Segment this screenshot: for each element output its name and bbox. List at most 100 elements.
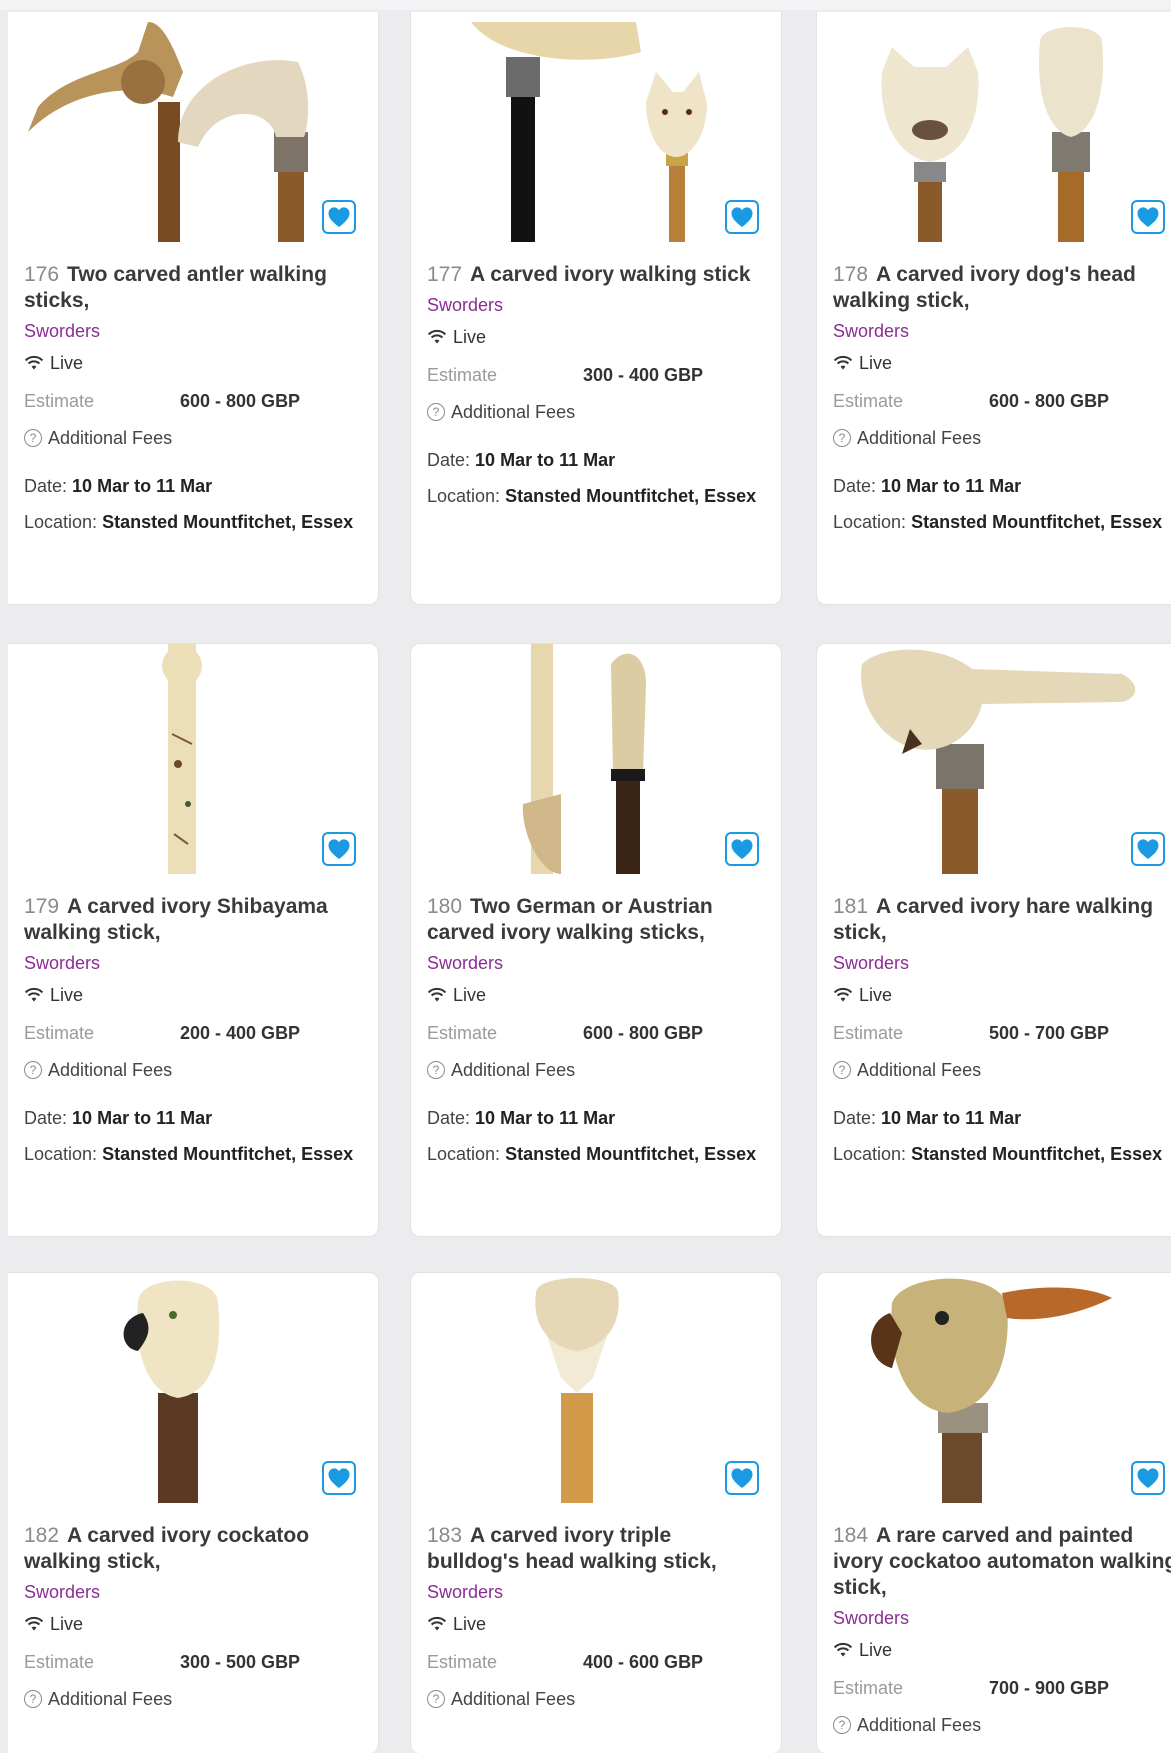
lot-image[interactable] — [817, 12, 1171, 242]
live-status: Live — [24, 984, 364, 1006]
lot-location: Location: Stansted Mountfitchet, Essex — [833, 1138, 1171, 1171]
live-label: Live — [859, 1640, 893, 1660]
lot-image[interactable] — [817, 644, 1171, 874]
live-wifi-icon — [24, 1616, 44, 1631]
date-prefix: Date: — [427, 1108, 471, 1128]
lot-title-text[interactable]: A carved ivory Shibayama walking stick, — [24, 895, 328, 944]
lot-title[interactable]: 177 A carved ivory walking stick — [427, 262, 767, 288]
auction-house-link[interactable]: Sworders — [427, 294, 767, 316]
auction-house-link[interactable]: Sworders — [427, 952, 767, 974]
favorite-heart-icon[interactable] — [1131, 832, 1165, 866]
lot-number: 181 — [833, 895, 869, 918]
additional-fees-link[interactable]: ? Additional Fees — [427, 401, 767, 423]
lot-image[interactable] — [817, 1273, 1171, 1503]
favorite-heart-icon[interactable] — [725, 1461, 759, 1495]
favorite-heart-icon[interactable] — [1131, 200, 1165, 234]
additional-fees-label[interactable]: Additional Fees — [857, 1059, 981, 1081]
additional-fees-label[interactable]: Additional Fees — [451, 1688, 575, 1710]
lot-title-text[interactable]: A carved ivory dog's head walking stick, — [833, 263, 1136, 312]
estimate-row: Estimate 400 - 600 GBP — [427, 1651, 767, 1673]
auction-house-link[interactable]: Sworders — [427, 1581, 767, 1603]
lot-title[interactable]: 183 A carved ivory triple bulldog's head … — [427, 1523, 767, 1575]
additional-fees-label[interactable]: Additional Fees — [857, 1714, 981, 1736]
location-prefix: Location: — [833, 1144, 907, 1164]
auction-house-link[interactable]: Sworders — [24, 952, 364, 974]
estimate-row: Estimate 700 - 900 GBP — [833, 1677, 1171, 1699]
estimate-value: 500 - 700 GBP — [989, 1023, 1110, 1043]
live-wifi-icon — [24, 355, 44, 370]
additional-fees-link[interactable]: ? Additional Fees — [24, 1059, 364, 1081]
additional-fees-link[interactable]: ? Additional Fees — [833, 1059, 1171, 1081]
lot-title[interactable]: 182 A carved ivory cockatoo walking stick… — [24, 1523, 364, 1575]
auction-house-link[interactable]: Sworders — [833, 952, 1171, 974]
additional-fees-link[interactable]: ? Additional Fees — [427, 1688, 767, 1710]
lot-title[interactable]: 176 Two carved antler walking sticks, — [24, 262, 364, 314]
lot-card[interactable]: 183 A carved ivory triple bulldog's head … — [410, 1272, 782, 1753]
date-value: 10 Mar to 11 Mar — [72, 476, 213, 496]
location-prefix: Location: — [24, 1144, 98, 1164]
lot-title-text[interactable]: Two German or Austrian carved ivory walk… — [427, 895, 713, 944]
lot-card[interactable]: 179 A carved ivory Shibayama walking stic… — [8, 643, 379, 1237]
live-wifi-icon — [833, 355, 853, 370]
additional-fees-label[interactable]: Additional Fees — [48, 1059, 172, 1081]
favorite-heart-icon[interactable] — [1131, 1461, 1165, 1495]
date-value: 10 Mar to 11 Mar — [881, 476, 1022, 496]
lot-title-text[interactable]: Two carved antler walking sticks, — [24, 263, 327, 312]
lot-title[interactable]: 184 A rare carved and painted ivory cocka… — [833, 1523, 1171, 1601]
lot-title[interactable]: 179 A carved ivory Shibayama walking stic… — [24, 894, 364, 946]
lot-card[interactable]: 178 A carved ivory dog's head walking sti… — [816, 12, 1171, 605]
additional-fees-link[interactable]: ? Additional Fees — [24, 1688, 364, 1710]
lot-title[interactable]: 178 A carved ivory dog's head walking sti… — [833, 262, 1171, 314]
live-wifi-icon — [427, 987, 447, 1002]
estimate-label: Estimate — [833, 391, 904, 411]
auction-house-link[interactable]: Sworders — [24, 1581, 364, 1603]
favorite-heart-icon[interactable] — [322, 832, 356, 866]
estimate-row: Estimate 200 - 400 GBP — [24, 1022, 364, 1044]
lot-card[interactable]: 180 Two German or Austrian carved ivory w… — [410, 643, 782, 1237]
auction-house-link[interactable]: Sworders — [833, 1607, 1171, 1629]
date-prefix: Date: — [833, 476, 877, 496]
estimate-label: Estimate — [427, 365, 498, 385]
additional-fees-link[interactable]: ? Additional Fees — [24, 427, 364, 449]
live-status: Live — [833, 352, 1171, 374]
auction-house-link[interactable]: Sworders — [24, 320, 364, 342]
live-label: Live — [50, 985, 84, 1005]
live-status: Live — [24, 1613, 364, 1635]
estimate-row: Estimate 500 - 700 GBP — [833, 1022, 1171, 1044]
lot-title-text[interactable]: A carved ivory walking stick — [470, 263, 751, 286]
lot-title[interactable]: 181 A carved ivory hare walking stick, — [833, 894, 1171, 946]
favorite-heart-icon[interactable] — [725, 200, 759, 234]
additional-fees-link[interactable]: ? Additional Fees — [833, 1714, 1171, 1736]
additional-fees-link[interactable]: ? Additional Fees — [427, 1059, 767, 1081]
live-label: Live — [453, 327, 487, 347]
lot-card[interactable]: 176 Two carved antler walking sticks, Swor… — [8, 12, 379, 605]
lot-card[interactable]: 184 A rare carved and painted ivory cocka… — [816, 1272, 1171, 1753]
live-label: Live — [859, 353, 893, 373]
lot-card[interactable]: 177 A carved ivory walking stick Sworders L… — [410, 12, 782, 605]
favorite-heart-icon[interactable] — [322, 1461, 356, 1495]
question-mark-icon: ? — [427, 1061, 445, 1079]
lot-date: Date: 10 Mar to 11 Mar — [427, 1107, 767, 1129]
lot-title-text[interactable]: A rare carved and painted ivory cockatoo… — [833, 1524, 1171, 1599]
location-prefix: Location: — [24, 512, 98, 532]
lot-title-text[interactable]: A carved ivory cockatoo walking stick, — [24, 1524, 309, 1573]
lot-card[interactable]: 182 A carved ivory cockatoo walking stick… — [8, 1272, 379, 1753]
estimate-label: Estimate — [833, 1023, 904, 1043]
date-prefix: Date: — [427, 450, 471, 470]
additional-fees-link[interactable]: ? Additional Fees — [833, 427, 1171, 449]
additional-fees-label[interactable]: Additional Fees — [451, 401, 575, 423]
auction-house-link[interactable]: Sworders — [833, 320, 1171, 342]
lot-title-text[interactable]: A carved ivory triple bulldog's head wal… — [427, 1524, 717, 1573]
additional-fees-label[interactable]: Additional Fees — [857, 427, 981, 449]
favorite-heart-icon[interactable] — [322, 200, 356, 234]
lot-location: Location: Stansted Mountfitchet, Essex — [427, 480, 767, 513]
live-status: Live — [24, 352, 364, 374]
lot-title[interactable]: 180 Two German or Austrian carved ivory w… — [427, 894, 767, 946]
favorite-heart-icon[interactable] — [725, 832, 759, 866]
lot-title-text[interactable]: A carved ivory hare walking stick, — [833, 895, 1153, 944]
additional-fees-label[interactable]: Additional Fees — [48, 1688, 172, 1710]
lot-location: Location: Stansted Mountfitchet, Essex — [427, 1138, 767, 1171]
lot-card[interactable]: 181 A carved ivory hare walking stick, Swo… — [816, 643, 1171, 1237]
additional-fees-label[interactable]: Additional Fees — [48, 427, 172, 449]
additional-fees-label[interactable]: Additional Fees — [451, 1059, 575, 1081]
